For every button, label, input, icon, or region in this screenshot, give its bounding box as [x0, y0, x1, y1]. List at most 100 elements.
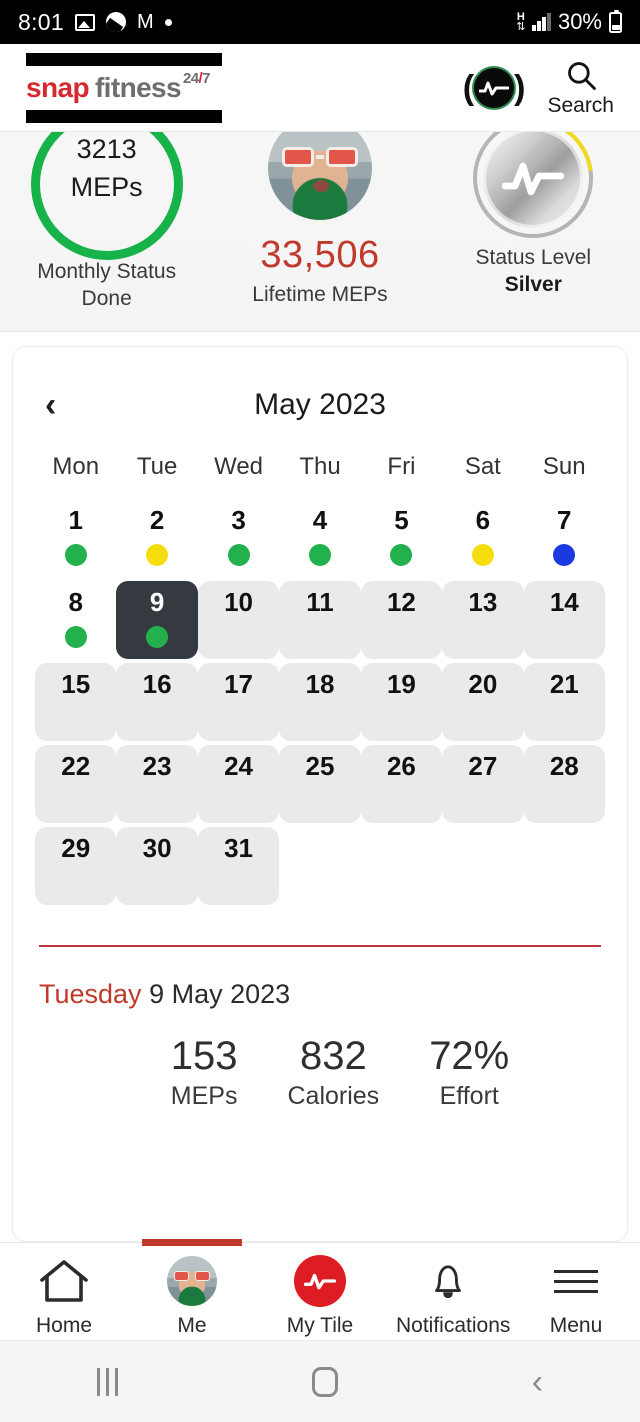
profile-avatar[interactable] [267, 132, 372, 220]
calendar-day-cell[interactable]: 21 [523, 663, 605, 741]
selected-date-label: Tuesday 9 May 2023 [39, 979, 601, 1010]
recents-icon[interactable] [96, 1367, 118, 1396]
lifetime-meps-value: 33,506 [260, 234, 380, 276]
home-button-icon[interactable] [311, 1366, 338, 1397]
weekday-label: Fri [387, 453, 416, 480]
calendar-day-cell[interactable]: 9 [116, 581, 198, 659]
calendar-day-cell[interactable]: 14 [523, 581, 605, 659]
calendar-day-number: 16 [142, 669, 172, 699]
calendar-day-status-dot [471, 544, 494, 566]
calendar-day-cell[interactable]: 3 [198, 499, 279, 577]
calendar-day-cell[interactable]: 22 [35, 745, 117, 823]
status-level-value: Silver [504, 273, 562, 296]
calendar-day-number: 25 [305, 751, 335, 781]
calendar-day-cell[interactable]: 15 [35, 663, 117, 741]
nav-item-menu[interactable]: Menu [512, 1243, 640, 1340]
header-actions: ( ) Search [463, 58, 614, 118]
calendar-day-number: 15 [61, 669, 91, 699]
search-icon [567, 61, 596, 90]
pulse-badge-icon[interactable]: ( ) [463, 67, 525, 108]
calendar-day-cell[interactable]: 5 [361, 499, 442, 577]
calendar-day-cell[interactable]: 1 [35, 499, 116, 577]
calendar-day-cell[interactable]: 8 [35, 581, 116, 659]
calendar-header: ‹ May 2023 [35, 377, 605, 433]
status-level-stat[interactable]: Status Level Silver [433, 132, 633, 298]
calendar-day-number: 31 [224, 833, 254, 863]
lifetime-meps-stat[interactable]: 33,506 Lifetime MEPs [220, 132, 420, 308]
gmail-icon: M [136, 11, 154, 33]
calendar-day-number: 30 [142, 833, 172, 863]
calendar-day-number: 28 [549, 751, 579, 781]
calendar-day-status-dot [146, 544, 169, 566]
calendar-day-cell[interactable]: 17 [197, 663, 280, 741]
calendar-day-number: 4 [312, 505, 328, 535]
calendar-day-cell[interactable]: 2 [116, 499, 197, 577]
calendar-day-number: 10 [224, 587, 254, 617]
logo-247-text: 24/7 [183, 69, 210, 87]
calendar-day-cell[interactable]: 23 [116, 745, 198, 823]
calendar-day-cell[interactable]: 10 [197, 581, 280, 659]
calendar-day-cell[interactable]: 31 [197, 827, 280, 905]
calendar-day-cell[interactable]: 27 [442, 745, 524, 823]
day-stat-calories: 832 Calories [287, 1034, 380, 1110]
snap-fitness-logo: snap fitness 24/7 [26, 52, 222, 123]
calendar-day-cell[interactable]: 7 [524, 499, 605, 577]
calendar-day-number: 13 [468, 587, 498, 617]
dot-icon [164, 18, 172, 26]
calendar-day-cell[interactable]: 20 [442, 663, 524, 741]
back-icon[interactable]: ‹ [532, 1365, 543, 1399]
calendar-day-cell[interactable]: 18 [279, 663, 361, 741]
nav-item-home[interactable]: Home [0, 1243, 128, 1340]
weekday-label: Sun [542, 453, 586, 480]
search-label: Search [547, 93, 614, 117]
nav-item-my-tile[interactable]: My Tile [256, 1243, 384, 1340]
status-level-caption: Status Level Silver [475, 246, 592, 296]
detail-divider [39, 945, 601, 947]
calendar-day-cell[interactable]: 13 [442, 581, 524, 659]
calendar-day-number: 6 [475, 505, 491, 535]
battery-icon [609, 9, 622, 33]
calendar-day-cell[interactable]: 30 [116, 827, 198, 905]
android-status-bar: 8:01 M H ⇅ 30% [0, 0, 640, 44]
calendar-day-cell[interactable]: 11 [279, 581, 361, 659]
weekday-label: Thu [299, 453, 341, 480]
calendar-day-number: 29 [61, 833, 91, 863]
calendar-day-cell[interactable]: 26 [360, 745, 443, 823]
calendar-day-cell[interactable]: 24 [197, 745, 280, 823]
search-button[interactable]: Search [547, 58, 614, 118]
home-icon [40, 1260, 88, 1302]
logo-bar-bottom [26, 109, 222, 123]
calendar-day-grid: 1 2 3 4 5 6 7 8 9 10 11 12 13 14 15 16 17 18 19 20 21 22 23 24 2… [35, 499, 605, 905]
calendar-day-cell[interactable]: 12 [360, 581, 443, 659]
logo-bar-top [26, 52, 222, 66]
calendar-day-cell[interactable]: 19 [360, 663, 443, 741]
status-bar-right: H ⇅ 30% [516, 9, 622, 35]
calendar-day-number: 19 [386, 669, 416, 699]
calendar-day-cell[interactable]: 25 [279, 745, 361, 823]
nav-label-home: Home [35, 1314, 93, 1337]
calendar-day-cell[interactable]: 29 [35, 827, 117, 905]
calendar-day-cell[interactable]: 6 [442, 499, 523, 577]
calendar-day-number: 22 [61, 751, 91, 781]
data-transfer-icon: H ⇅ [516, 11, 526, 33]
stats-summary-row: 3213 MEPs Monthly Status Done 33,506 Lif… [0, 132, 640, 332]
calendar-day-number: 12 [386, 587, 416, 617]
photos-icon [74, 13, 95, 31]
calendar-day-cell[interactable]: 4 [279, 499, 360, 577]
nav-item-me[interactable]: Me [128, 1239, 256, 1340]
logo-snap-text: snap [26, 71, 90, 103]
calendar-day-status-dot [553, 544, 576, 566]
nav-item-notifications[interactable]: Notifications [384, 1243, 512, 1340]
status-bar-clock: 8:01 [18, 8, 64, 35]
calendar-day-number: 8 [68, 587, 83, 617]
calendar-day-number: 20 [468, 669, 498, 699]
calendar-day-cell[interactable]: 28 [523, 745, 605, 823]
app-header: snap fitness 24/7 ( ) Search [0, 44, 640, 132]
selected-date-text: 9 May 2023 [141, 979, 291, 1009]
calendar-card: ‹ May 2023 Mon Tue Wed Thu Fri Sat Sun 1… [12, 346, 628, 1242]
monthly-status-stat[interactable]: 3213 MEPs Monthly Status Done [7, 132, 207, 312]
calendar-day-number: 1 [68, 505, 83, 535]
monthly-caption: Monthly Status Done [37, 260, 177, 310]
calendar-day-cell[interactable]: 16 [116, 663, 198, 741]
weekday-label: Wed [214, 453, 264, 480]
